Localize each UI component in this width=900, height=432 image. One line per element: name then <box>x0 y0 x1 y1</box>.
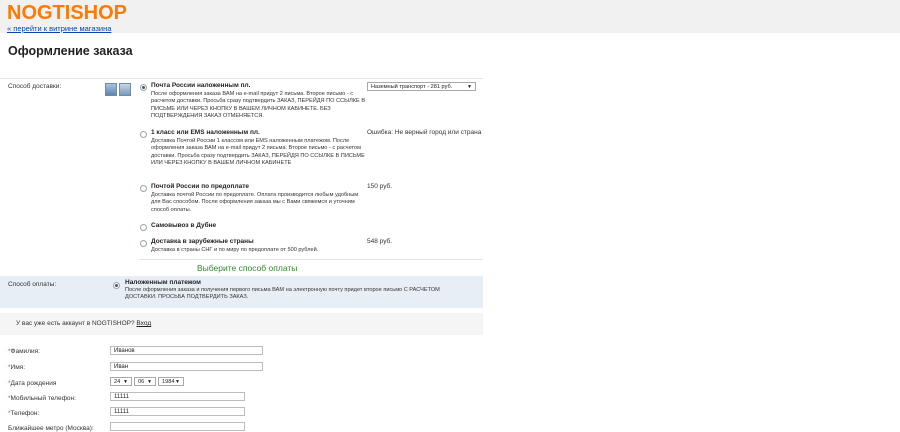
last-name-label: *Фамилия: <box>8 348 40 355</box>
delivery-option-desc-3: Доставка почтой России по предоплате. Оп… <box>151 192 359 213</box>
delivery-option-radio-3[interactable] <box>140 185 147 192</box>
delivery-option-radio-5[interactable] <box>140 240 147 247</box>
delivery-option-price-5: 548 руб. <box>367 238 393 245</box>
delivery-option-desc-1: После оформления заказа ВАМ на e-mail пр… <box>151 91 366 120</box>
delivery-option-radio-1[interactable] <box>140 84 147 91</box>
delivery-option-title-1: Почта России наложенным пл. <box>151 82 251 89</box>
shop-logo[interactable]: NOGTISHOP <box>7 2 127 25</box>
delivery-option-title-5: Доставка в зарубежные страны <box>151 238 254 245</box>
delivery-option-price-3: 150 руб. <box>367 183 393 190</box>
payment-option-title: Наложенным платежом <box>125 279 201 286</box>
delivery-option-title-4: Самовывоз в Дубне <box>151 222 217 229</box>
last-name-input[interactable]: Иванов <box>110 346 263 355</box>
payment-option-radio[interactable] <box>113 282 120 289</box>
delivery-option-title-2: 1 класс или EMS наложенным пл. <box>151 129 260 136</box>
divider <box>140 259 483 260</box>
chevron-down-icon: ▼ <box>467 84 472 90</box>
delivery-option-desc-2: Доставка Почтой России 1 классом или EMS… <box>151 138 365 167</box>
phone-label: *Телефон: <box>8 410 40 417</box>
back-to-store-link[interactable]: « перейти к витрине магазина <box>7 24 111 33</box>
delivery-option-desc-5: Доставка в страны СНГ и по миру по предо… <box>151 247 319 253</box>
chevron-down-icon: ▼ <box>175 379 180 385</box>
first-name-label: *Имя: <box>8 364 25 371</box>
birth-day-select[interactable]: 24 ▼ <box>110 377 132 386</box>
choose-payment-notice: Выберите способ оплаты <box>197 263 298 273</box>
page-title: Оформление заказа <box>8 44 133 58</box>
delivery-option-radio-4[interactable] <box>140 224 147 231</box>
first-name-input[interactable]: Иван <box>110 362 263 371</box>
login-link[interactable]: Вход <box>136 320 151 327</box>
birth-date-label: *Дата рождения <box>8 380 57 387</box>
top-bar <box>0 0 900 33</box>
payment-label: Способ оплаты: <box>8 281 57 288</box>
phone-input[interactable]: 11111 <box>110 407 245 416</box>
chevron-down-icon: ▼ <box>147 379 152 385</box>
birth-year-select[interactable]: 1984 ▼ <box>158 377 184 386</box>
delivery-option-radio-2[interactable] <box>140 131 147 138</box>
transport-select[interactable]: Наземный транспорт - 281 руб. ▼ <box>367 82 476 91</box>
account-prompt: У вас уже есть аккаунт в NOGTISHOP? Вход <box>16 320 152 327</box>
delivery-label: Способ доставки: <box>8 83 62 90</box>
chevron-down-icon: ▼ <box>123 379 128 385</box>
birth-month-select[interactable]: 06 ▼ <box>134 377 156 386</box>
delivery-option-price-2: Ошибка: Не верный город или страна <box>367 129 482 136</box>
mobile-phone-label: *Мобильный телефон: <box>8 395 76 402</box>
delivery-option-title-3: Почтой России по предоплате <box>151 183 249 190</box>
mobile-phone-input[interactable]: 11111 <box>110 392 245 401</box>
divider <box>0 78 483 79</box>
metro-label: Ближайшее метро (Москва): <box>8 425 94 432</box>
payment-cards-icon <box>105 83 132 96</box>
payment-option-desc: После оформления заказа и получения перв… <box>125 287 440 301</box>
